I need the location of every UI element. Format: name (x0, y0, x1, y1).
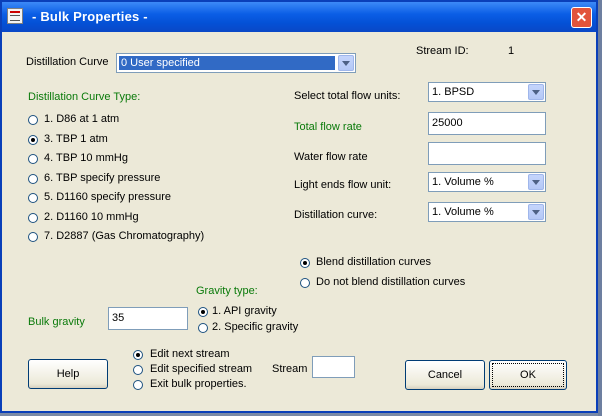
bulk-properties-dialog: - Bulk Properties - ✕ Stream ID: 1 Disti… (0, 0, 598, 413)
help-button[interactable]: Help (28, 359, 108, 389)
curve-type-radio-5[interactable] (28, 212, 38, 223)
gravity-radio-1[interactable] (198, 323, 208, 333)
stream-label: Stream (272, 363, 308, 375)
next-action-radio-0[interactable] (133, 350, 143, 360)
next-action-radio-2[interactable] (133, 380, 143, 390)
distillation-unit-value: 1. Volume % (432, 206, 494, 218)
distillation-unit-select[interactable]: 1. Volume % (428, 202, 546, 222)
chevron-down-icon[interactable] (338, 55, 354, 71)
blend-option-label-0[interactable]: Blend distillation curves (316, 256, 431, 268)
title-bar[interactable]: - Bulk Properties - ✕ (2, 2, 596, 32)
water-flow-label: Water flow rate (294, 151, 368, 163)
distillation-curve-select[interactable]: 0 User specified (116, 53, 356, 73)
distillation-curve-value: 0 User specified (121, 57, 200, 69)
app-icon (7, 8, 23, 24)
curve-type-option-label-4[interactable]: 5. D1160 specify pressure (44, 191, 171, 203)
curve-type-radio-3[interactable] (28, 173, 38, 184)
chevron-down-icon[interactable] (528, 84, 544, 100)
bulk-gravity-label: Bulk gravity (28, 316, 85, 328)
curve-type-option-label-5[interactable]: 2. D1160 10 mmHg (44, 211, 139, 223)
light-ends-select[interactable]: 1. Volume % (428, 172, 546, 192)
chevron-down-icon[interactable] (528, 174, 544, 190)
curve-type-radio-6[interactable] (28, 232, 38, 242)
curve-type-option-label-2[interactable]: 4. TBP 10 mmHg (44, 152, 128, 164)
bulk-gravity-value: 35 (112, 312, 125, 324)
gravity-type-heading: Gravity type: (196, 285, 258, 297)
total-flow-input[interactable]: 25000 (428, 112, 546, 135)
cancel-button[interactable]: Cancel (405, 360, 485, 390)
focus-rectangle (492, 363, 564, 387)
curve-type-radio-1[interactable] (28, 134, 38, 145)
next-action-option-label-2[interactable]: Exit bulk properties. (150, 378, 247, 390)
gravity-option-label-1[interactable]: 2. Specific gravity (212, 321, 298, 333)
distillation-unit-label: Distillation curve: (294, 209, 378, 221)
curve-type-option-label-3[interactable]: 6. TBP specify pressure (44, 172, 160, 184)
light-ends-value: 1. Volume % (432, 176, 494, 188)
curve-type-option-label-1[interactable]: 3. TBP 1 atm (44, 133, 108, 145)
blend-option-label-1[interactable]: Do not blend distillation curves (316, 276, 465, 288)
light-ends-label: Light ends flow unit: (294, 179, 392, 191)
next-action-option-label-1[interactable]: Edit specified stream (150, 363, 252, 375)
curve-type-radio-0[interactable] (28, 115, 38, 125)
water-flow-input[interactable] (428, 142, 546, 165)
curve-type-option-label-0[interactable]: 1. D86 at 1 atm (44, 113, 119, 125)
curve-type-option-label-6[interactable]: 7. D2887 (Gas Chromatography) (44, 230, 204, 242)
close-button[interactable]: ✕ (571, 7, 592, 28)
background-edge (598, 0, 602, 416)
blend-radio-1[interactable] (300, 278, 310, 288)
window-title: - Bulk Properties - (32, 9, 148, 24)
flow-units-value: 1. BPSD (432, 86, 475, 98)
gravity-option-label-0[interactable]: 1. API gravity (212, 305, 277, 317)
total-flow-value: 25000 (432, 117, 463, 129)
flow-units-label: Select total flow units: (294, 90, 401, 102)
curve-type-heading: Distillation Curve Type: (28, 91, 141, 103)
bulk-gravity-input[interactable]: 35 (108, 307, 188, 330)
flow-units-select[interactable]: 1. BPSD (428, 82, 546, 102)
next-action-radio-1[interactable] (133, 365, 143, 375)
distillation-curve-label: Distillation Curve (26, 56, 109, 68)
gravity-radio-0[interactable] (198, 307, 208, 317)
ok-button[interactable]: OK (489, 360, 567, 390)
stream-number-input[interactable] (312, 356, 355, 378)
stream-id-label: Stream ID: (416, 45, 469, 57)
next-action-option-label-0[interactable]: Edit next stream (150, 348, 229, 360)
curve-type-radio-4[interactable] (28, 193, 38, 203)
chevron-down-icon[interactable] (528, 204, 544, 220)
blend-radio-0[interactable] (300, 258, 310, 268)
curve-type-radio-2[interactable] (28, 154, 38, 164)
stream-id-value: 1 (508, 45, 515, 57)
total-flow-label: Total flow rate (294, 121, 362, 133)
